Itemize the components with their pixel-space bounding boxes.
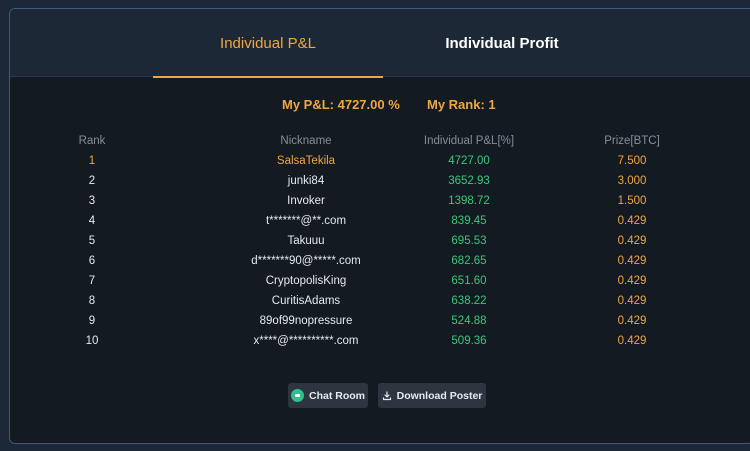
row-prize: 0.429 [617,255,647,267]
tab-bar: Individual P&L Individual Profit [10,9,750,78]
tab-individual-profit[interactable]: Individual Profit [408,9,596,77]
row-rank: 4 [88,215,96,227]
download-icon [382,390,391,400]
table-row: 4 t*******@**.com 839.45 0.429 [10,211,750,231]
chat-icon [291,389,304,402]
header-rank: Rank [78,135,106,147]
table-row: 3 Invoker 1398.72 1.500 [10,191,750,211]
download-poster-button[interactable]: Download Poster [378,383,486,408]
row-rank: 6 [88,255,96,267]
row-prize: 1.500 [617,195,647,207]
row-rank: 10 [85,335,99,347]
chat-room-button[interactable]: Chat Room [288,383,368,408]
table-row: 1 SalsaTekila 4727.00 7.500 [10,151,750,171]
chat-room-label: Chat Room [309,389,365,402]
row-rank: 7 [88,275,96,287]
leaderboard-panel: Individual P&L Individual Profit My P&L:… [9,8,750,444]
tab-individual-pl-label: Individual P&L [220,34,316,52]
row-rank: 5 [88,235,96,247]
tab-individual-profit-label: Individual Profit [445,34,559,52]
table-row: 2 junki84 3652.93 3.000 [10,171,750,191]
row-rank: 9 [88,315,96,327]
my-summary: My P&L: 4727.00 % My Rank: 1 [10,97,750,117]
row-rank: 1 [88,155,96,167]
row-rank: 2 [88,175,96,187]
table-row: 7 CryptopolisKing 651.60 0.429 [10,271,750,291]
active-tab-underline [153,76,383,78]
row-prize: 0.429 [617,235,647,247]
table-row: 9 89of99nopressure 524.88 0.429 [10,311,750,331]
row-prize: 0.429 [617,315,647,327]
my-rank-text: My Rank: 1 [427,97,496,112]
table-row: 8 CuritisAdams 638.22 0.429 [10,291,750,311]
row-rank: 8 [88,295,96,307]
table-row: 5 Takuuu 695.53 0.429 [10,231,750,251]
row-prize: 0.429 [617,335,647,347]
row-prize: 0.429 [617,295,647,307]
row-prize: 7.500 [617,155,647,167]
download-poster-label: Download Poster [396,389,483,402]
tab-individual-pl[interactable]: Individual P&L [153,9,383,78]
row-prize: 3.000 [617,175,647,187]
table-row: 6 d*******90@*****.com 682.65 0.429 [10,251,750,271]
table-row: 10 x****@**********.com 509.36 0.429 [10,331,750,351]
table-header: Rank Nickname Individual P&L[%] Prize[BT… [10,131,750,151]
row-prize: 0.429 [617,275,647,287]
header-prize: Prize[BTC] [604,135,660,147]
row-prize: 0.429 [617,215,647,227]
row-rank: 3 [88,195,96,207]
my-pl-text: My P&L: 4727.00 % [282,97,400,112]
